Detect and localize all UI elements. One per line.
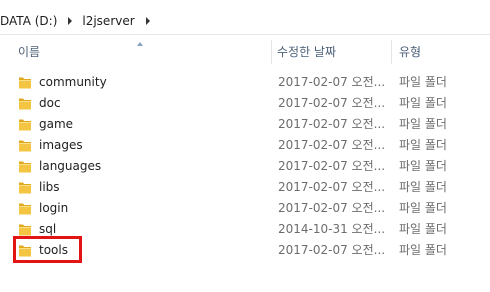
column-divider[interactable] xyxy=(271,40,272,64)
file-name[interactable]: game xyxy=(39,114,73,135)
list-item[interactable]: game 2017-02-07 오전... 파일 폴더 xyxy=(0,114,490,135)
column-header-name[interactable]: 이름 xyxy=(18,40,40,64)
column-header-type[interactable]: 유형 xyxy=(399,40,421,64)
list-item[interactable]: images 2017-02-07 오전... 파일 폴더 xyxy=(0,135,490,156)
folder-icon xyxy=(19,161,31,173)
highlight-annotation xyxy=(13,236,82,263)
file-name[interactable]: login xyxy=(39,198,68,219)
file-type: 파일 폴더 xyxy=(399,222,447,236)
list-item[interactable]: languages 2017-02-07 오전... 파일 폴더 xyxy=(0,156,490,177)
file-name[interactable]: community xyxy=(39,72,107,93)
file-name[interactable]: languages xyxy=(39,156,101,177)
file-date: 2017-02-07 오전... xyxy=(278,96,386,110)
folder-icon xyxy=(19,119,31,131)
file-date: 2017-02-07 오전... xyxy=(278,138,386,152)
list-item[interactable]: libs 2017-02-07 오전... 파일 폴더 xyxy=(0,177,490,198)
folder-icon xyxy=(19,203,31,215)
chevron-right-icon[interactable] xyxy=(68,17,73,25)
chevron-right-icon[interactable] xyxy=(145,17,150,25)
folder-icon xyxy=(19,98,31,110)
file-type: 파일 폴더 xyxy=(399,75,447,89)
folder-icon xyxy=(19,77,31,89)
file-date: 2017-02-07 오전... xyxy=(278,180,386,194)
file-type: 파일 폴더 xyxy=(399,243,447,257)
folder-icon xyxy=(19,224,31,236)
file-date: 2017-02-07 오전... xyxy=(278,75,386,89)
file-name[interactable]: libs xyxy=(39,177,60,198)
file-type: 파일 폴더 xyxy=(399,201,447,215)
file-explorer-window: DATA (D:) l2jserver 이름 수정한 날짜 유형 communi… xyxy=(0,0,490,292)
list-item[interactable]: community 2017-02-07 오전... 파일 폴더 xyxy=(0,72,490,93)
column-header-date[interactable]: 수정한 날짜 xyxy=(277,40,336,64)
sort-ascending-icon xyxy=(137,42,143,46)
address-divider xyxy=(0,34,490,35)
file-type: 파일 폴더 xyxy=(399,180,447,194)
folder-icon xyxy=(19,182,31,194)
column-header-row: 이름 수정한 날짜 유형 xyxy=(0,40,490,64)
list-item[interactable]: login 2017-02-07 오전... 파일 폴더 xyxy=(0,198,490,219)
file-type: 파일 폴더 xyxy=(399,96,447,110)
file-type: 파일 폴더 xyxy=(399,159,447,173)
file-date: 2017-02-07 오전... xyxy=(278,159,386,173)
file-date: 2017-02-07 오전... xyxy=(278,201,386,215)
folder-icon xyxy=(19,140,31,152)
file-date: 2014-10-31 오전... xyxy=(278,222,386,236)
breadcrumb: DATA (D:) l2jserver xyxy=(0,8,490,34)
file-date: 2017-02-07 오전... xyxy=(278,117,386,131)
file-type: 파일 폴더 xyxy=(399,117,447,131)
breadcrumb-folder[interactable]: l2jserver xyxy=(80,14,136,28)
column-divider[interactable] xyxy=(391,40,392,64)
breadcrumb-drive[interactable]: DATA (D:) xyxy=(0,14,59,28)
file-date: 2017-02-07 오전... xyxy=(278,243,386,257)
file-name[interactable]: doc xyxy=(39,93,61,114)
file-type: 파일 폴더 xyxy=(399,138,447,152)
list-item[interactable]: doc 2017-02-07 오전... 파일 폴더 xyxy=(0,93,490,114)
file-name[interactable]: images xyxy=(39,135,83,156)
